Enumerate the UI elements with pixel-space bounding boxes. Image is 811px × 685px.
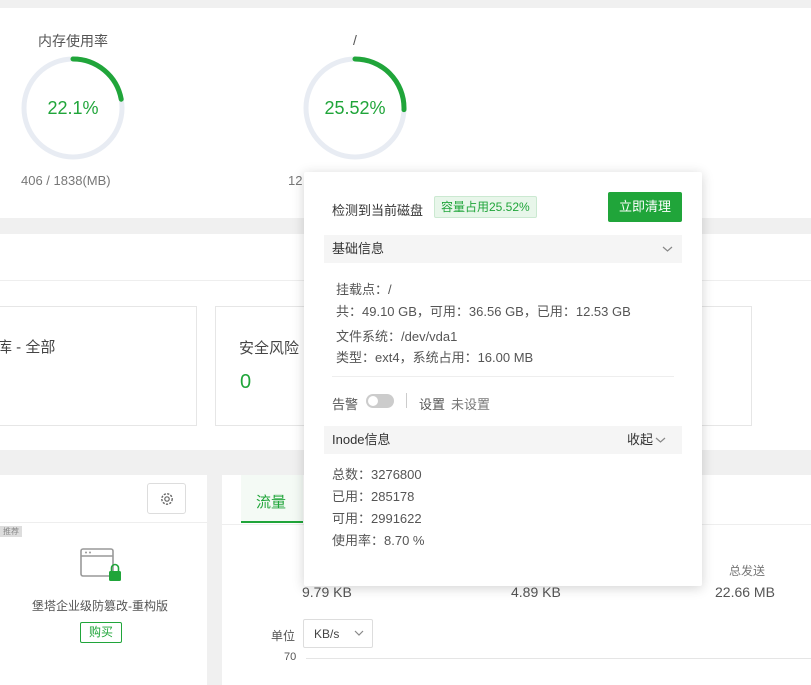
traffic-stat-1: 9.79 KB: [302, 584, 352, 600]
chevron-down-icon: [655, 437, 666, 443]
vertical-divider: [406, 393, 407, 408]
disk-gauge-value: 25.52%: [324, 98, 386, 118]
recommend-badge: 推荐: [0, 526, 22, 537]
unit-select[interactable]: KB/s: [303, 619, 373, 648]
plugin-name: 堡塔企业级防篡改-重构版: [32, 599, 168, 613]
alert-toggle[interactable]: [366, 394, 394, 408]
basic-info-section[interactable]: 基础信息: [324, 235, 682, 263]
plugin-panel: 推荐 堡塔企业级防篡改-重构版 购买: [0, 475, 207, 685]
memory-gauge-title: 内存使用率: [38, 33, 108, 49]
inode-total: 总数：3276800: [332, 467, 422, 482]
fs-type: 类型：ext4，系统占用：16.00 MB: [336, 350, 534, 365]
alert-toggle-knob: [368, 396, 378, 406]
unit-select-value: KB/s: [314, 627, 340, 641]
collapse-toggle[interactable]: 收起: [627, 426, 653, 454]
unit-label: 单位: [271, 629, 296, 643]
disk-gauge-detail: 12: [288, 173, 303, 188]
basic-info-title: 基础信息: [332, 241, 385, 256]
traffic-stat-2: 4.89 KB: [511, 584, 561, 600]
chevron-down-icon: [662, 246, 673, 252]
alert-label: 告警: [332, 397, 359, 412]
chart-gridline: [306, 658, 811, 659]
library-label: 库 - 全部: [0, 339, 56, 356]
chart-y-tick: 70: [284, 651, 297, 663]
inode-info-section[interactable]: Inode信息 收起: [324, 426, 682, 454]
buy-button[interactable]: 购买: [80, 622, 122, 643]
tab-traffic-label: 流量: [256, 494, 287, 511]
inode-usage-rate: 使用率：8.70 %: [332, 533, 425, 548]
disk-gauge-title: /: [353, 32, 357, 48]
risk-label: 安全风险: [239, 340, 300, 357]
settings-button[interactable]: [147, 483, 186, 514]
disk-totals: 共：49.10 GB，可用：36.56 GB，已用：12.53 GB: [336, 304, 631, 319]
total-sent-label: 总发送: [729, 564, 766, 578]
disk-info-popover: 检测到当前磁盘 容量占用25.52% 立即清理 基础信息 挂载点：/ 共：49.…: [304, 172, 702, 586]
risk-value: 0: [240, 371, 252, 393]
tab-traffic[interactable]: 流量: [241, 475, 303, 523]
memory-gauge-detail: 406 / 1838(MB): [21, 173, 111, 188]
mount-point: 挂载点：/: [336, 282, 392, 297]
usage-badge: 容量占用25.52%: [434, 196, 537, 218]
inode-used: 已用：285178: [332, 489, 415, 504]
total-sent-value: 22.66 MB: [715, 584, 775, 600]
panel-divider: [0, 522, 207, 523]
clean-now-button[interactable]: 立即清理: [608, 192, 682, 222]
inode-free: 可用：2991622: [332, 511, 422, 526]
popover-title: 检测到当前磁盘: [332, 203, 424, 218]
alert-status: 未设置: [451, 397, 491, 412]
library-card[interactable]: 库 - 全部: [0, 306, 197, 426]
gear-icon: [161, 493, 173, 505]
filesystem: 文件系统：/dev/vda1: [336, 329, 458, 344]
chevron-down-icon: [354, 630, 364, 636]
secure-window-icon: [80, 548, 121, 581]
alert-settings-link[interactable]: 设置: [419, 394, 445, 413]
inode-info-title: Inode信息: [332, 432, 391, 447]
popover-divider: [332, 376, 674, 377]
memory-gauge-value: 22.1%: [47, 98, 99, 118]
